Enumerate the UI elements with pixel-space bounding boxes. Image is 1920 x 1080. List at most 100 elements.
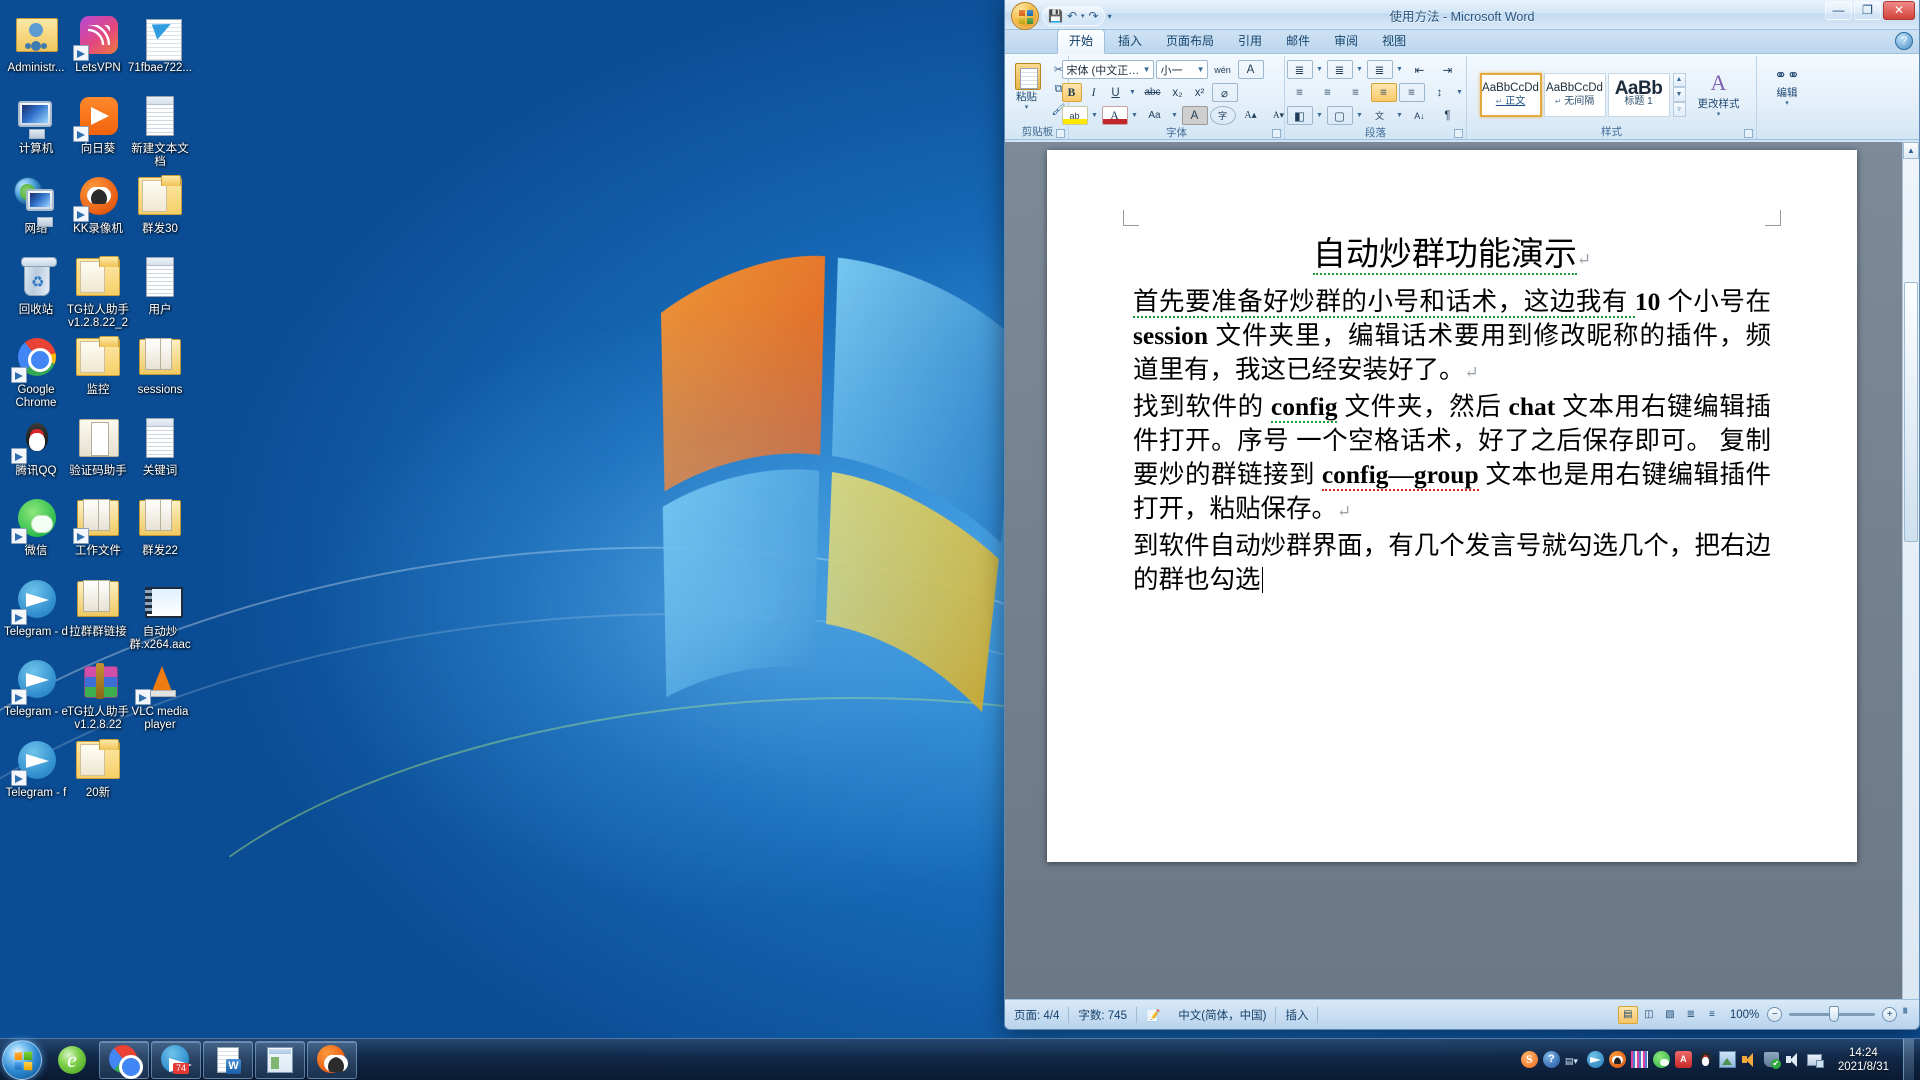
bullets-icon[interactable]: ≣	[1286, 60, 1313, 79]
asian-layout-icon[interactable]: 文	[1367, 106, 1393, 125]
subscript-button[interactable]: x₂	[1168, 83, 1188, 102]
help-icon[interactable]: ?	[1895, 32, 1913, 50]
show-hidden-icons-icon[interactable]: ▤▾	[1565, 1051, 1582, 1068]
word-count[interactable]: 字数: 745	[1069, 1007, 1136, 1023]
desktop-icon[interactable]: Telegram - e	[4, 656, 68, 719]
sort-icon[interactable]: A↓	[1407, 106, 1433, 125]
character-border-icon[interactable]: A	[1237, 60, 1264, 79]
kk-recorder-tray-icon[interactable]	[1608, 1051, 1626, 1068]
print-layout-view[interactable]: ▤	[1617, 1005, 1638, 1024]
word-window[interactable]: 使用方法 - Microsoft Word — ❐ ✕ 💾 ↶ ▾ ↷ ▾ 开始…	[1004, 0, 1920, 1030]
network-status-icon[interactable]	[1806, 1051, 1824, 1068]
desktop-icon[interactable]: 群发22	[128, 495, 192, 558]
font-size-combo[interactable]: 小一 ▼	[1155, 60, 1208, 79]
show-desktop-button[interactable]	[1903, 1039, 1914, 1080]
text-highlight-icon[interactable]: ab	[1061, 106, 1088, 125]
document-scrollbar[interactable]: ▲	[1902, 142, 1919, 999]
clock[interactable]: 14:24 2021/8/31	[1829, 1046, 1896, 1074]
desktop-icon[interactable]: 监控	[66, 334, 130, 397]
ribbon-tab[interactable]: 视图	[1371, 30, 1417, 53]
zoom-out-button[interactable]: −	[1767, 1007, 1783, 1022]
qq-tray-icon[interactable]	[1697, 1051, 1714, 1068]
ribbon-tab[interactable]: 邮件	[1275, 30, 1321, 53]
desktop-icon[interactable]: 微信	[4, 495, 68, 558]
zoom-slider-thumb[interactable]	[1829, 1006, 1840, 1022]
help-icon[interactable]	[1542, 1051, 1560, 1068]
spellcheck-icon[interactable]: 📝	[1137, 1008, 1169, 1022]
text-shading-icon[interactable]: A	[1181, 106, 1208, 125]
sogou-input-icon[interactable]	[1520, 1051, 1538, 1068]
document-canvas[interactable]: 自动炒群功能演示↵ 首先要准备好炒群的小号和话术，这边我有 10 个小号在 se…	[1005, 142, 1919, 999]
clear-formatting-icon[interactable]: ⌀	[1211, 83, 1238, 102]
desktop-icon[interactable]: LetsVPN	[66, 12, 130, 75]
taskbar-button-telegram[interactable]: 74	[151, 1040, 201, 1079]
align-left-button[interactable]: ≡	[1287, 83, 1313, 102]
zoom-level[interactable]: 100%	[1724, 1009, 1765, 1021]
show-formatting-marks-icon[interactable]: ¶	[1435, 106, 1461, 125]
styles-scroll-down-icon[interactable]: ▼	[1672, 87, 1686, 102]
desktop-icon[interactable]: 自动炒群.x264.aac	[128, 576, 192, 652]
action-center-icon[interactable]	[1763, 1051, 1781, 1069]
justify-button[interactable]: ≡	[1370, 83, 1397, 102]
start-button[interactable]	[2, 1039, 42, 1080]
desktop-icon[interactable]: 用户	[128, 254, 192, 317]
redo-icon[interactable]: ↷	[1089, 9, 1099, 23]
desktop-icon[interactable]: TG拉人助手 v1.2.8.22_2	[66, 254, 130, 330]
style-card[interactable]: AaBb 标题 1	[1607, 72, 1670, 117]
desktop-icon[interactable]: 20新	[66, 737, 130, 800]
editing-caret-icon[interactable]: ▾	[1785, 100, 1789, 107]
draft-view[interactable]: ≡	[1702, 1006, 1722, 1024]
desktop-icon[interactable]: 网络	[4, 173, 68, 236]
line-spacing-caret-icon[interactable]: ▼	[1455, 83, 1465, 102]
desktop-icon[interactable]: KK录像机	[66, 173, 130, 236]
taskbar-button-google-chrome[interactable]	[99, 1040, 149, 1079]
desktop-icon[interactable]: TG拉人助手 v1.2.8.22	[66, 656, 130, 732]
shading-caret-icon[interactable]: ▼	[1315, 106, 1325, 125]
enclose-character-icon[interactable]: 字	[1209, 106, 1236, 125]
desktop-icon[interactable]: Administr...	[4, 12, 68, 75]
picture-tool-icon[interactable]	[1718, 1051, 1736, 1068]
wechat-tray-icon[interactable]	[1652, 1051, 1670, 1068]
taskbar-button-explorer-window[interactable]	[255, 1040, 305, 1079]
numbering-icon[interactable]: ≣	[1326, 60, 1353, 79]
desktop-icon[interactable]: Google Chrome	[4, 334, 68, 410]
asian-layout-caret-icon[interactable]: ▼	[1395, 106, 1405, 125]
clipboard-dialog-launcher[interactable]	[1056, 129, 1065, 138]
desktop-icon[interactable]: 新建文本文档	[128, 93, 192, 169]
language-indicator[interactable]: 中文(简体，中国)	[1169, 1007, 1275, 1023]
word-title-bar[interactable]: 使用方法 - Microsoft Word — ❐ ✕ 💾 ↶ ▾ ↷ ▾	[1005, 0, 1919, 30]
zoom-in-button[interactable]: +	[1882, 1007, 1898, 1022]
underline-button[interactable]: U	[1106, 83, 1126, 102]
styles-scroll-up-icon[interactable]: ▲	[1672, 72, 1686, 88]
underline-caret-icon[interactable]: ▼	[1128, 83, 1138, 102]
taskbar-button-internet-explorer[interactable]	[47, 1041, 97, 1079]
increase-indent-icon[interactable]: ⇥	[1435, 60, 1461, 79]
undo-icon[interactable]: ↶	[1067, 9, 1077, 23]
customize-qat-icon[interactable]: ▾	[1108, 12, 1112, 21]
minimize-button[interactable]: —	[1825, 1, 1852, 20]
alarm-tray-icon[interactable]	[1674, 1051, 1692, 1068]
paste-button[interactable]: 粘贴 ▾	[1007, 58, 1047, 113]
full-screen-reading-view[interactable]: ◫	[1639, 1006, 1659, 1024]
network-tool-icon[interactable]	[1630, 1051, 1648, 1068]
decrease-indent-icon[interactable]: ⇤	[1407, 60, 1433, 79]
desktop-icon[interactable]: Telegram - d	[4, 576, 68, 639]
phonetic-guide-icon[interactable]: wén	[1210, 60, 1236, 79]
page-indicator[interactable]: 页面: 4/4	[1005, 1007, 1068, 1023]
bold-button[interactable]: B	[1061, 83, 1082, 102]
ribbon-tab[interactable]: 页面布局	[1155, 30, 1225, 53]
desktop-icon[interactable]: 关键词	[128, 415, 192, 478]
resize-grip-icon[interactable]: ▘	[1899, 1009, 1911, 1020]
ribbon-tab[interactable]: 引用	[1227, 30, 1273, 53]
telegram-tray-icon[interactable]	[1586, 1051, 1604, 1068]
web-layout-view[interactable]: ▧	[1660, 1006, 1680, 1024]
find-button[interactable]: ⚭⚭ 编辑 ▾	[1767, 64, 1807, 109]
strikethrough-button[interactable]: abc	[1140, 83, 1166, 102]
line-spacing-icon[interactable]: ↕	[1427, 83, 1453, 102]
highlight-caret-icon[interactable]: ▼	[1090, 106, 1100, 125]
document-text[interactable]: 自动炒群功能演示↵ 首先要准备好炒群的小号和话术，这边我有 10 个小号在 se…	[1133, 232, 1771, 597]
desktop-icon[interactable]: 向日葵	[66, 93, 130, 156]
bullets-caret-icon[interactable]: ▼	[1315, 60, 1325, 79]
scrollbar-thumb[interactable]	[1904, 282, 1918, 542]
insert-mode-indicator[interactable]: 插入	[1276, 1007, 1317, 1023]
